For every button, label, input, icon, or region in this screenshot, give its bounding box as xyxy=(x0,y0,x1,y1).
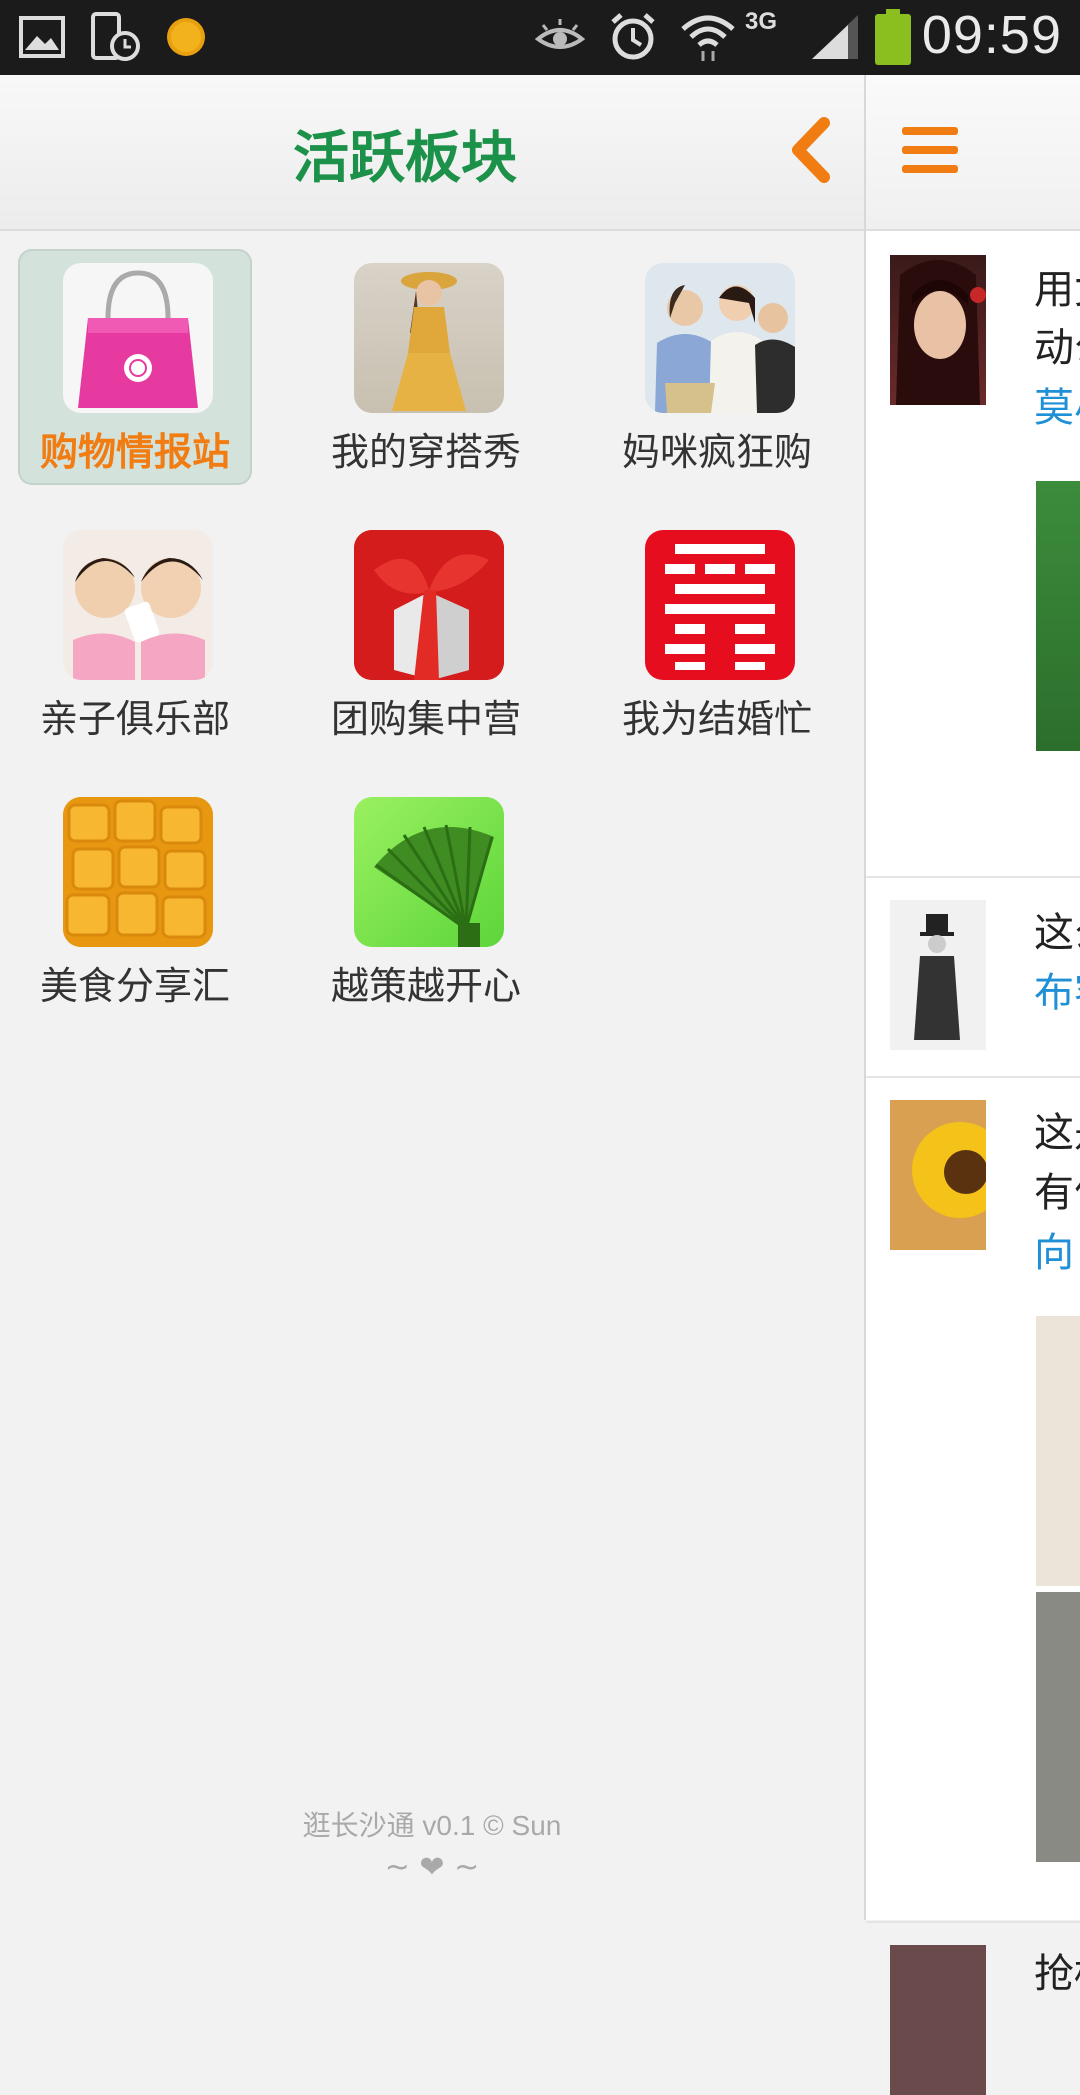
post-text-line: 动公 xyxy=(1034,325,1080,371)
post-author-link[interactable]: 布客 xyxy=(1034,960,1080,1018)
app-version: 逛长沙通 v0.1 © Sun xyxy=(302,1810,562,1841)
side-drawer: 活跃板块 购物情报站 我的穿搭秀 妈咪疯狂购 亲子俱乐部 团购集中营 我为结婚忙… xyxy=(0,75,864,1920)
battery-icon xyxy=(874,9,912,65)
post-text-line: 这么 xyxy=(1034,910,1080,956)
avatar xyxy=(890,900,986,1050)
board-label: 我为结婚忙 xyxy=(621,697,812,741)
back-arrow-icon[interactable] xyxy=(780,115,840,185)
board-label: 亲子俱乐部 xyxy=(39,697,230,741)
board-label: 团购集中营 xyxy=(330,697,521,741)
post-item[interactable]: 用女 动公 莫小 xyxy=(866,231,1080,878)
post-item[interactable]: 这么 布客 xyxy=(866,876,1080,1078)
board-label: 我的穿搭秀 xyxy=(330,430,521,474)
post-text-line: 这是 xyxy=(1034,1110,1080,1156)
post-image xyxy=(1036,481,1080,751)
mango-photo xyxy=(63,797,213,947)
moms-shopping-photo xyxy=(645,263,795,413)
tablet-clock-icon xyxy=(88,12,142,62)
board-item-fashion[interactable]: 我的穿搭秀 xyxy=(309,249,543,485)
alarm-icon xyxy=(608,12,658,62)
board-item-groupbuy[interactable]: 团购集中营 xyxy=(309,516,543,752)
clock-time: 09:59 xyxy=(921,5,1062,65)
eye-icon xyxy=(534,12,586,62)
status-bar: 3G 09:59 xyxy=(0,0,1080,75)
fashion-photo xyxy=(354,263,504,413)
avatar xyxy=(890,1945,986,2095)
board-item-fun[interactable]: 越策越开心 xyxy=(309,783,543,1019)
shopping-bag-icon xyxy=(63,263,213,413)
wifi-icon xyxy=(678,12,738,62)
menu-icon[interactable] xyxy=(902,127,958,173)
board-item-kids[interactable]: 亲子俱乐部 xyxy=(18,516,252,752)
content-header xyxy=(866,75,1080,231)
gift-box-icon xyxy=(354,530,504,680)
signal-icon xyxy=(810,12,860,62)
drawer-title: 活跃板块 xyxy=(293,126,517,191)
board-item-food[interactable]: 美食分享汇 xyxy=(18,783,252,1019)
avatar xyxy=(890,1100,1008,1250)
drawer-header: 活跃板块 xyxy=(0,75,864,231)
sun-badge-icon xyxy=(163,12,209,62)
board-label: 妈咪疯狂购 xyxy=(621,430,812,474)
board-label: 购物情报站 xyxy=(39,430,230,474)
board-item-shopping[interactable]: 购物情报站 xyxy=(18,249,252,485)
post-image xyxy=(1036,1316,1080,1586)
post-item[interactable]: 这是 有何 向日 xyxy=(866,1076,1080,1923)
post-author-link[interactable]: 向日 xyxy=(1034,1220,1080,1278)
post-author-link[interactable]: 莫小 xyxy=(1034,375,1080,433)
network-type-label: 3G xyxy=(745,8,778,35)
post-text-line: 抢标 xyxy=(1034,1951,1080,1997)
post-text-line: 有何 xyxy=(1034,1170,1080,1216)
heart-decoration: ~ ❤ ~ xyxy=(384,1850,480,1885)
board-label: 美食分享汇 xyxy=(39,964,230,1008)
kids-photo xyxy=(63,530,213,680)
board-label: 越策越开心 xyxy=(330,964,521,1008)
post-text-line: 用女 xyxy=(1034,267,1080,313)
board-item-moms[interactable]: 妈咪疯狂购 xyxy=(600,249,834,485)
avatar xyxy=(890,255,986,405)
main-content: 用女 动公 莫小 这么 布客 这是 有何 向日 抢标 xyxy=(864,75,1080,2095)
double-happiness-icon xyxy=(645,530,795,680)
fan-icon xyxy=(354,797,504,947)
post-item[interactable]: 抢标 xyxy=(866,1921,1080,2095)
board-item-wedding[interactable]: 我为结婚忙 xyxy=(600,516,834,752)
post-image xyxy=(1036,1592,1080,1862)
gallery-icon xyxy=(18,12,66,62)
